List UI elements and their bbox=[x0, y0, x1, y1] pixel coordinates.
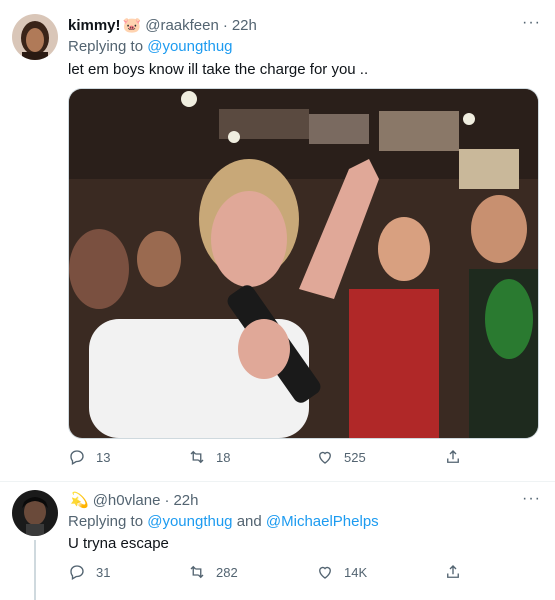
retweet-count: 18 bbox=[216, 449, 231, 465]
reply-count: 31 bbox=[96, 564, 111, 580]
tweet[interactable]: kimmy! 🐷 @raakfeen · 22h ··· Replying to… bbox=[0, 0, 555, 482]
retweet-icon bbox=[190, 565, 204, 579]
share-icon bbox=[447, 565, 459, 578]
thread-line bbox=[34, 540, 36, 600]
retweet-button[interactable]: 282 bbox=[188, 563, 238, 581]
retweet-count: 282 bbox=[216, 564, 238, 580]
replying-to-label: Replying to bbox=[68, 38, 144, 55]
share-button[interactable] bbox=[444, 563, 462, 581]
like-count: 525 bbox=[344, 449, 366, 465]
reply-icon bbox=[70, 565, 84, 580]
tweet-header: 💫 @h0vlane · 22h bbox=[68, 491, 199, 510]
mention-link[interactable]: @youngthug bbox=[147, 38, 232, 55]
username[interactable]: @raakfeen bbox=[145, 17, 219, 34]
more-options-icon[interactable]: ··· bbox=[522, 490, 541, 508]
avatar[interactable] bbox=[12, 14, 58, 60]
reply-icon bbox=[70, 450, 84, 465]
display-name[interactable]: kimmy! bbox=[68, 17, 121, 34]
separator-dot: · bbox=[222, 16, 228, 34]
tweet-text: U tryna escape bbox=[68, 535, 169, 552]
tweet-media-image[interactable] bbox=[68, 88, 539, 439]
reply-count: 13 bbox=[96, 449, 111, 465]
tweet-text: let em boys know ill take the charge for… bbox=[68, 61, 369, 78]
like-button[interactable]: 525 bbox=[316, 448, 366, 466]
like-count: 14K bbox=[344, 564, 368, 580]
pig-emoji-icon: 🐷 bbox=[122, 17, 142, 34]
more-options-icon[interactable]: ··· bbox=[522, 14, 541, 32]
tweet-actions: 31 282 14K bbox=[68, 563, 468, 583]
like-icon bbox=[319, 566, 331, 579]
timestamp[interactable]: 22h bbox=[173, 492, 198, 509]
share-icon bbox=[447, 450, 459, 463]
share-button[interactable] bbox=[444, 448, 462, 466]
replying-to: Replying to @youngthug bbox=[68, 38, 233, 55]
retweet-button[interactable]: 18 bbox=[188, 448, 230, 466]
mention-joiner: and bbox=[236, 513, 262, 530]
like-icon bbox=[319, 451, 331, 464]
mention-link[interactable]: @youngthug bbox=[147, 513, 232, 530]
timestamp[interactable]: 22h bbox=[232, 17, 257, 34]
separator-dot: · bbox=[164, 491, 170, 509]
replying-to-label: Replying to bbox=[68, 513, 144, 530]
tweet-actions: 13 18 525 bbox=[68, 448, 468, 468]
retweet-icon bbox=[190, 450, 204, 464]
mention-link[interactable]: @MichaelPhelps bbox=[266, 513, 379, 530]
tweet[interactable]: 💫 @h0vlane · 22h ··· Replying to @youngt… bbox=[0, 482, 555, 600]
username[interactable]: @h0vlane bbox=[93, 492, 161, 509]
avatar[interactable] bbox=[12, 490, 58, 536]
like-button[interactable]: 14K bbox=[316, 563, 367, 581]
reply-button[interactable]: 13 bbox=[68, 448, 110, 466]
replying-to: Replying to @youngthug and @MichaelPhelp… bbox=[68, 513, 379, 530]
dizzy-star-emoji-icon: 💫 bbox=[70, 492, 89, 509]
reply-button[interactable]: 31 bbox=[68, 563, 110, 581]
tweet-header: kimmy! 🐷 @raakfeen · 22h bbox=[68, 16, 257, 35]
